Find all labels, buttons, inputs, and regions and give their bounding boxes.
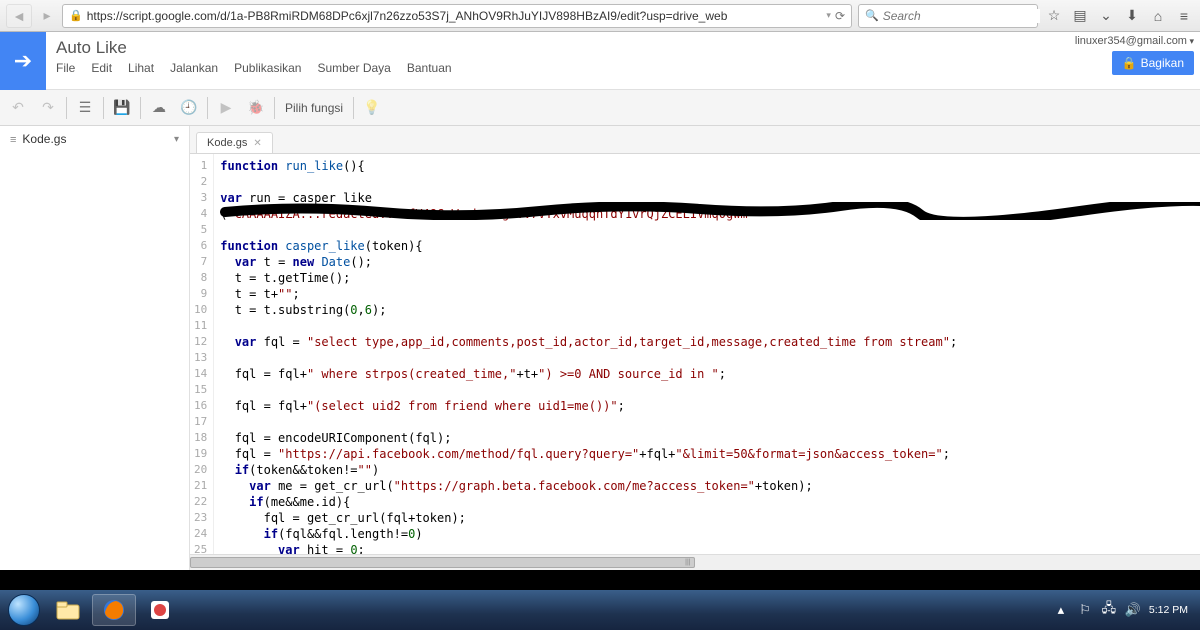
hint-button[interactable]: 💡 <box>358 94 386 122</box>
deploy-button[interactable]: ☁ <box>145 94 173 122</box>
url-bar[interactable]: 🔒 https://script.google.com/d/1a-PB8RmiR… <box>62 4 852 28</box>
pocket-icon[interactable]: ⌄ <box>1096 4 1116 28</box>
function-select[interactable]: Pilih fungsi <box>279 101 349 115</box>
tray-up-icon[interactable]: ▴ <box>1053 602 1069 618</box>
apps-script-logo-icon[interactable]: ➔ <box>0 32 46 90</box>
redaction-scribble <box>220 202 1200 220</box>
taskbar-clock[interactable]: 5:12 PM <box>1149 604 1188 616</box>
chevron-down-icon[interactable]: ▾ <box>174 134 179 145</box>
url-text: https://script.google.com/d/1a-PB8RmiRDM… <box>87 9 823 23</box>
menu-resources[interactable]: Sumber Daya <box>317 61 390 75</box>
menu-file[interactable]: File <box>56 61 75 75</box>
horizontal-scrollbar[interactable]: ||| <box>190 554 1200 570</box>
editor-toolbar: ↶ ↷ ☰ 💾 ☁ 🕘 ▶ 🐞 Pilih fungsi 💡 <box>0 90 1200 126</box>
menu-view[interactable]: Lihat <box>128 61 154 75</box>
system-tray: ▴ ⚐ 🖧 🔊 5:12 PM <box>1053 602 1196 618</box>
bookmark-icon[interactable]: ☆ <box>1044 4 1064 28</box>
tray-network-icon[interactable]: 🖧 <box>1101 602 1117 618</box>
search-icon: 🔍 <box>865 9 879 22</box>
scrollbar-thumb[interactable] <box>190 557 695 568</box>
save-button[interactable]: 💾 <box>108 94 136 122</box>
file-sidebar: ≡Kode.gs ▾ <box>0 126 190 570</box>
downloads-icon[interactable]: ⬇ <box>1122 4 1142 28</box>
triggers-button[interactable]: 🕘 <box>175 94 203 122</box>
forward-button[interactable]: ▸ <box>38 4 56 28</box>
search-input[interactable] <box>883 9 1040 23</box>
undo-button[interactable]: ↶ <box>4 94 32 122</box>
task-app-icon[interactable] <box>138 594 182 626</box>
menu-bar: File Edit Lihat Jalankan Publikasikan Su… <box>56 61 1059 75</box>
lock-icon: 🔒 <box>1122 56 1137 70</box>
lock-icon: 🔒 <box>69 9 83 22</box>
debug-button[interactable]: 🐞 <box>242 94 270 122</box>
close-icon[interactable]: ✕ <box>253 138 261 149</box>
project-title[interactable]: Auto Like <box>56 38 1059 58</box>
redo-button[interactable]: ↷ <box>34 94 62 122</box>
reader-icon[interactable]: ▤ <box>1070 4 1090 28</box>
search-bar[interactable]: 🔍 <box>858 4 1038 28</box>
line-gutter: 1234567891011121314151617181920212223242… <box>190 154 214 554</box>
editor-tab[interactable]: Kode.gs ✕ <box>196 132 273 153</box>
home-icon[interactable]: ⌂ <box>1148 4 1168 28</box>
window-border <box>0 570 1200 590</box>
menu-edit[interactable]: Edit <box>91 61 112 75</box>
back-button[interactable]: ◄ <box>6 4 32 28</box>
tray-flag-icon[interactable]: ⚐ <box>1077 602 1093 618</box>
reload-icon[interactable]: ⟳ <box>835 9 845 23</box>
menu-icon[interactable]: ≡ <box>1174 4 1194 28</box>
menu-help[interactable]: Bantuan <box>407 61 452 75</box>
run-button[interactable]: ▶ <box>212 94 240 122</box>
menu-run[interactable]: Jalankan <box>170 61 218 75</box>
share-button[interactable]: 🔒Bagikan <box>1112 51 1194 75</box>
task-firefox-icon[interactable] <box>92 594 136 626</box>
tray-volume-icon[interactable]: 🔊 <box>1125 602 1141 618</box>
task-explorer-icon[interactable] <box>46 594 90 626</box>
dropdown-icon[interactable]: ▾ <box>826 10 831 21</box>
code-editor[interactable]: 1234567891011121314151617181920212223242… <box>190 154 1200 554</box>
windows-taskbar: ▴ ⚐ 🖧 🔊 5:12 PM <box>0 590 1200 630</box>
sidebar-file-item[interactable]: ≡Kode.gs ▾ <box>0 126 189 152</box>
start-button[interactable] <box>4 590 44 630</box>
app-header: ➔ Auto Like File Edit Lihat Jalankan Pub… <box>0 32 1200 90</box>
user-email[interactable]: linuxer354@gmail.com <box>1075 35 1194 47</box>
menu-publish[interactable]: Publikasikan <box>234 61 301 75</box>
editor-tab-bar: Kode.gs ✕ <box>190 126 1200 154</box>
browser-toolbar: ◄ ▸ 🔒 https://script.google.com/d/1a-PB8… <box>0 0 1200 32</box>
indent-button[interactable]: ☰ <box>71 94 99 122</box>
file-icon: ≡ <box>10 134 16 146</box>
